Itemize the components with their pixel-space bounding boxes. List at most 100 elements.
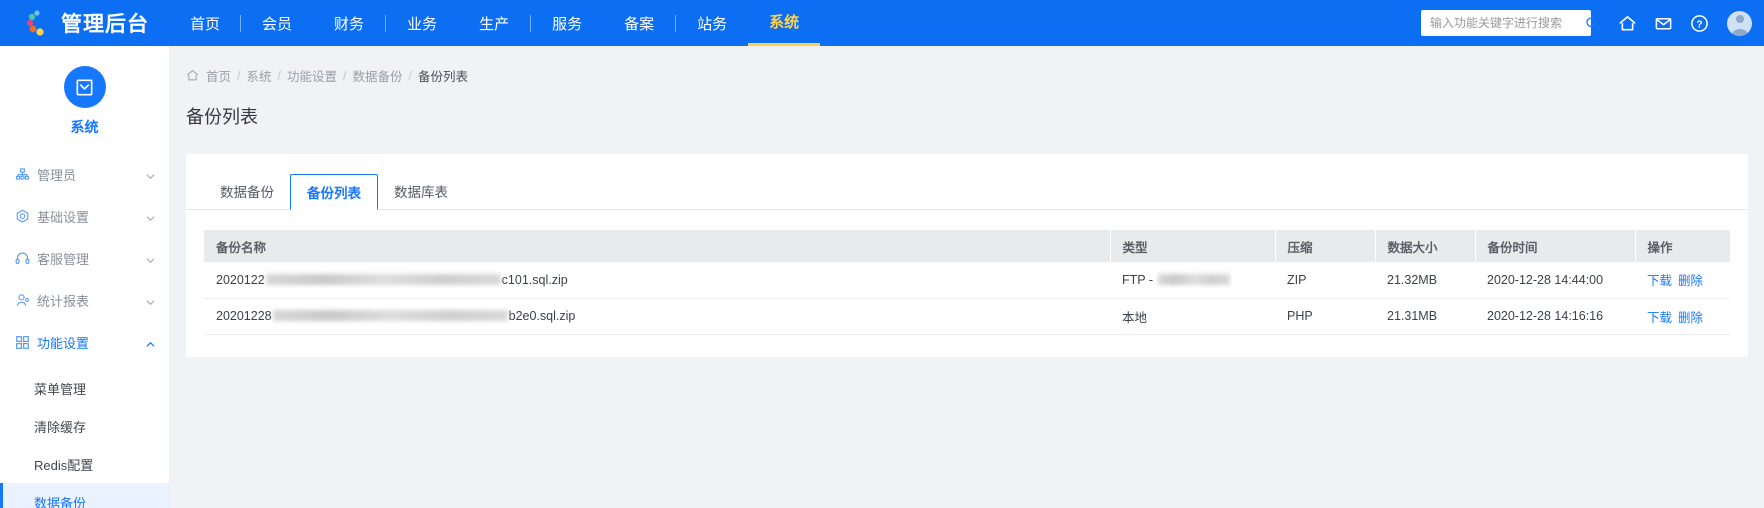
sidebar-item-3[interactable]: 统计报表 [0,285,169,315]
redacted-block [272,310,508,321]
inbox-icon [63,66,106,108]
cell-compress: ZIP [1275,262,1375,299]
sidebar: 系统 管理员基础设置客服管理统计报表功能设置 菜单管理 清除缓存 Redis配置 数据… [0,46,170,508]
sidebar-item-4[interactable]: 功能设置 [0,327,169,357]
user-chart-icon [14,292,30,308]
nav-item-5[interactable]: 服务 [531,0,603,46]
table-body: 2020122 c101.sql.zip FTP - ZIP 21.32MB 2020-… [204,262,1730,335]
nav-item-7[interactable]: 站务 [676,0,748,46]
cell-backup-name: 2020122 c101.sql.zip [204,262,1110,299]
type-text: FTP - [1122,272,1157,287]
sidebar-item-0[interactable]: 管理员 [0,159,169,189]
breadcrumb-separator: / [277,68,281,83]
sidebar-item-1[interactable]: 基础设置 [0,201,169,231]
chevron-down-icon[interactable] [145,211,155,221]
sidebar-item-label: 功能设置 [37,335,90,351]
help-icon[interactable]: ? [1681,0,1717,46]
chevron-down-icon[interactable] [145,295,155,305]
nav-item-1[interactable]: 会员 [241,0,313,46]
sidebar-subitem-0[interactable]: 菜单管理 [0,369,169,407]
nav-item-3[interactable]: 业务 [386,0,458,46]
cell-type: FTP - [1110,262,1275,299]
colorful-crescent-logo-icon [24,8,54,38]
chevron-down-icon[interactable] [145,253,155,263]
table-row: 20201228 b2e0.sql.zip 本地 PHP 21.31MB 2020-12-… [204,298,1730,335]
delete-link[interactable]: 删除 [1678,274,1703,288]
breadcrumb: 首页 / 系统 / 功能设置 / 数据备份 / 备份列表 [170,46,1764,85]
nav-item-4[interactable]: 生产 [458,0,530,46]
sidebar-submenu: 菜单管理 清除缓存 Redis配置 数据备份 [0,369,169,508]
sidebar-module-label: 系统 [70,119,99,135]
sidebar-subitem-1[interactable]: 清除缓存 [0,407,169,445]
brand-logo[interactable]: 管理后台 [0,8,170,38]
cell-backup-name: 20201228 b2e0.sql.zip [204,298,1110,335]
sidebar-item-label: 客服管理 [37,251,90,267]
header-actions: ? [1421,0,1752,46]
redacted-block [1157,273,1230,285]
search-input[interactable] [1430,16,1585,30]
headset-icon [14,250,30,266]
page-title: 备份列表 [186,107,258,127]
cell-actions: 下载 删除 [1635,298,1730,335]
sidebar-module: 系统 [0,46,169,137]
type-text: 本地 [1122,310,1148,325]
brand-title: 管理后台 [61,13,149,36]
breadcrumb-separator: / [408,68,412,83]
cell-compress: PHP [1275,298,1375,335]
app-header: 管理后台 首页 会员 财务 业务 生产 服务 备案 站务 系统 输入功能关键字进… [0,0,1764,46]
table-row: 2020122 c101.sql.zip FTP - ZIP 21.32MB 2020-… [204,262,1730,299]
cell-size: 21.31MB [1375,298,1475,335]
svg-text:?: ? [1696,19,1702,30]
name-suffix: b2e0.sql.zip [508,309,576,323]
name-suffix: c101.sql.zip [501,272,568,287]
sidebar-item-2[interactable]: 客服管理 [0,243,169,273]
redacted-block [265,273,501,285]
breadcrumb-separator: / [237,68,241,83]
name-prefix: 20201228 [216,309,272,323]
breadcrumb-item-2[interactable]: 功能设置 [287,66,337,85]
main-content: 首页 / 系统 / 功能设置 / 数据备份 / 备份列表 备份列表 数据备份 备份列表 数据库表 备… [170,46,1764,508]
chevron-down-icon[interactable] [145,169,155,179]
nav-item-6[interactable]: 备案 [603,0,675,46]
nav-item-2[interactable]: 财务 [313,0,385,46]
nav-item-0[interactable]: 首页 [170,0,240,46]
cell-time: 2020-12-28 14:16:16 [1475,298,1635,335]
column-header-2: 压缩 [1275,230,1376,262]
sidebar-subitem-3[interactable]: 数据备份 [0,483,169,508]
breadcrumb-item-4: 备份列表 [418,70,469,84]
column-header-3: 数据大小 [1375,230,1476,262]
search-icon[interactable] [1585,16,1600,31]
column-header-5: 操作 [1635,230,1730,262]
sidebar-menu: 管理员基础设置客服管理统计报表功能设置 [0,159,169,357]
nav-item-8[interactable]: 系统 [748,0,821,46]
sidebar-item-label: 统计报表 [37,293,90,309]
app-body: 系统 管理员 基础设置 客服管理 统计报表 功能设置 菜单管理 清除缓存 Redis配置 数据… [0,46,1764,508]
tab-1[interactable]: 备份列表 [290,174,378,210]
breadcrumb-item-0[interactable]: 首页 [206,66,231,85]
breadcrumb-item-3[interactable]: 数据备份 [353,66,403,85]
cell-time: 2020-12-28 14:44:00 [1475,262,1635,299]
tab-0[interactable]: 数据备份 [204,173,290,209]
download-link[interactable]: 下载 [1647,274,1672,288]
column-header-0: 备份名称 [204,230,1111,262]
download-link[interactable]: 下载 [1647,311,1672,325]
breadcrumb-separator: / [343,68,347,83]
sidebar-subitem-2[interactable]: Redis配置 [0,445,169,483]
tab-bar: 数据备份 备份列表 数据库表 [186,170,1748,210]
delete-link[interactable]: 删除 [1678,311,1703,325]
table-head: 备份名称 类型 压缩 数据大小 备份时间 操作 [204,230,1730,262]
breadcrumb-item-1[interactable]: 系统 [247,66,272,85]
gear-hex-icon [14,208,30,224]
home-outline-icon [186,69,199,82]
org-tree-icon [14,166,30,182]
home-icon[interactable] [1609,0,1645,46]
sidebar-item-label: 管理员 [37,167,77,183]
column-header-1: 类型 [1110,230,1276,262]
chevron-up-icon[interactable] [145,337,155,347]
avatar[interactable] [1727,10,1752,36]
cell-size: 21.32MB [1375,262,1475,299]
name-prefix: 2020122 [216,272,265,287]
mail-icon[interactable] [1645,0,1681,46]
global-search[interactable] [1421,10,1600,36]
tab-2[interactable]: 数据库表 [378,173,464,209]
